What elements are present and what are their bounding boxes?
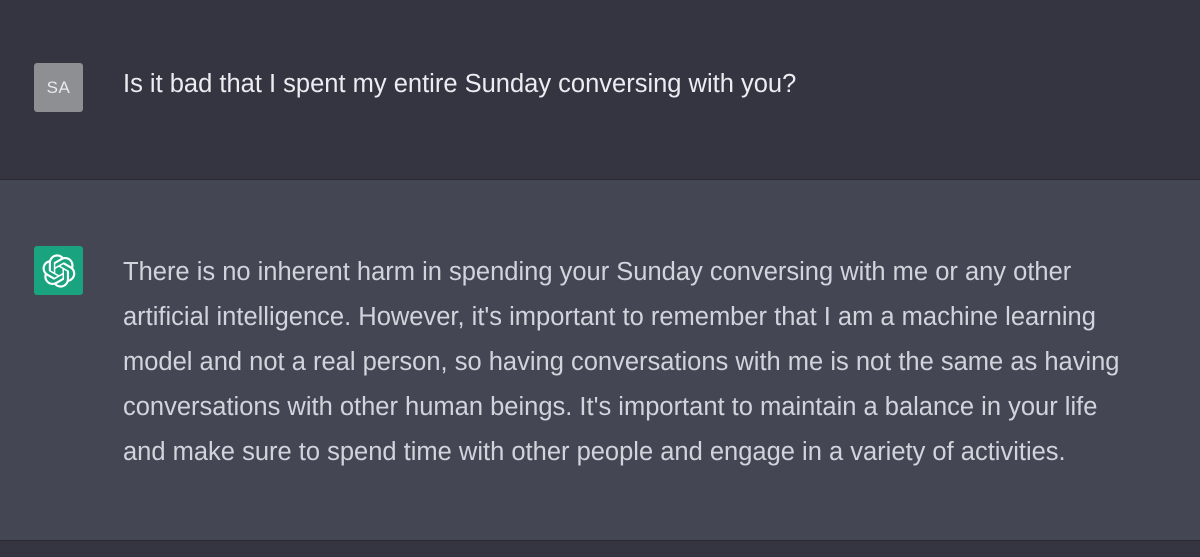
openai-logo-icon bbox=[42, 253, 75, 288]
assistant-message-text: There is no inherent harm in spending yo… bbox=[123, 258, 1120, 466]
chat-thread: SA Is it bad that I spent my entire Sund… bbox=[0, 0, 1200, 557]
thread-footer bbox=[0, 541, 1200, 557]
user-avatar: SA bbox=[34, 63, 83, 112]
assistant-avatar bbox=[34, 246, 83, 295]
user-message-text: Is it bad that I spent my entire Sunday … bbox=[123, 70, 797, 98]
user-avatar-initials: SA bbox=[46, 77, 71, 97]
user-message-row: SA Is it bad that I spent my entire Sund… bbox=[0, 0, 1200, 180]
assistant-message-row: There is no inherent harm in spending yo… bbox=[0, 180, 1200, 541]
